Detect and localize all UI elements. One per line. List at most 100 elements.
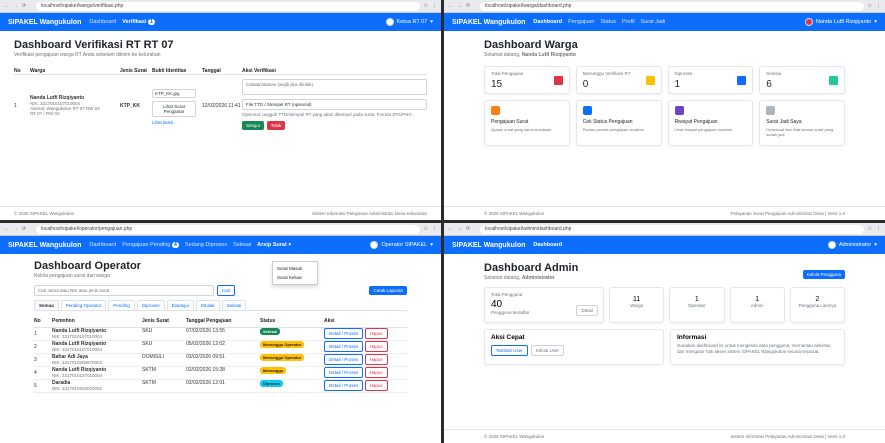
forward-icon[interactable]: → — [457, 226, 462, 232]
menu-surat-jadi[interactable]: Surat Jadi Saya Download dan lihat semua … — [759, 100, 845, 146]
nav-dashboard[interactable]: Dashboard — [533, 19, 562, 25]
reload-icon[interactable]: ⟳ — [22, 3, 26, 9]
nav-surat-jadi[interactable]: Surat Jadi — [641, 19, 666, 25]
user-menu[interactable]: Operator SIPAKEL ▾ — [370, 241, 433, 249]
address-bar[interactable]: localhost/sipakel/admin/dashboard.php — [480, 224, 864, 234]
browser-nav: ← → ⟳ — [448, 226, 476, 232]
bukti-file[interactable]: KTP_KK.jpg — [152, 89, 196, 98]
tambah-user-button[interactable]: Tambah User — [491, 345, 528, 356]
row-no: 3 — [34, 357, 37, 363]
stat-value: 15 — [491, 79, 503, 90]
back-icon[interactable]: ← — [4, 3, 9, 9]
menu-icon[interactable]: ⋮ — [876, 3, 881, 9]
menu-icon[interactable]: ⋮ — [876, 226, 881, 232]
kelola-pengguna-button[interactable]: Kelola Pengguna — [802, 270, 845, 279]
stat-value: 0 — [582, 79, 589, 90]
nav-arsip[interactable]: Arsip Surat ▾ — [257, 242, 291, 248]
user-menu[interactable]: Ketua RT 07 ▾ — [385, 18, 433, 26]
search-input[interactable]: Cari nama atau NIK atau jenis surat — [34, 285, 214, 296]
menu-icon[interactable]: ⋮ — [432, 226, 437, 232]
window-verifikasi-rt: ← → ⟳ localhost/sipakel/warga/verifikasi.p… — [0, 0, 441, 220]
tab-selesai[interactable]: Selesai — [221, 300, 247, 310]
nav-status[interactable]: Status — [600, 19, 616, 25]
tab-semua[interactable]: Semua — [34, 300, 59, 310]
stamp-file-input[interactable]: File TTD / Stempel RT (opsional) — [242, 99, 427, 110]
back-icon[interactable]: ← — [448, 226, 453, 232]
dropdown-surat-keluar[interactable]: Surat Keluar — [273, 273, 317, 282]
reload-icon[interactable]: ⟳ — [466, 3, 470, 9]
kelola-user-button[interactable]: Kelola User — [530, 345, 565, 356]
star-icon[interactable]: ☆ — [868, 226, 872, 232]
nav-dashboard[interactable]: Dashboard — [89, 19, 116, 25]
address-bar[interactable]: localhost/sipakel/warga/verifikasi.php — [36, 1, 420, 11]
star-icon[interactable]: ☆ — [424, 3, 428, 9]
export-button[interactable]: Cetak Laporan — [369, 286, 407, 295]
tab-pending[interactable]: Pending — [108, 300, 135, 310]
reload-icon[interactable]: ⟳ — [466, 226, 470, 232]
brand-logo[interactable]: SIPAKEL Wangukulon — [8, 242, 81, 249]
nav-dashboard[interactable]: Dashboard — [533, 242, 562, 248]
nav-profil[interactable]: Profil — [622, 19, 635, 25]
tab-disetujui[interactable]: Disetujui — [166, 300, 194, 310]
tab-diproses[interactable]: Diproses — [136, 300, 165, 310]
dropdown-surat-masuk[interactable]: Surat Masuk — [273, 264, 317, 273]
subtitle-name: Administrator — [521, 275, 555, 281]
user-menu[interactable]: Administrator ▾ — [827, 241, 877, 249]
detail-proses-button[interactable]: Detail / Proses — [324, 328, 364, 339]
nav-pending[interactable]: Pengajuan Pending 4 — [122, 242, 179, 248]
refresh-icon — [737, 76, 747, 85]
hapus-button[interactable]: Hapus — [364, 341, 388, 352]
detail-proses-button[interactable]: Detail / Proses — [324, 380, 364, 391]
detail-button[interactable]: Detail — [576, 305, 598, 316]
forward-icon[interactable]: → — [13, 3, 18, 9]
star-icon[interactable]: ☆ — [424, 226, 428, 232]
menu-status[interactable]: Cek Status Pengajuan Pantau proses pengaj… — [575, 100, 662, 146]
table-body: 1 Nanda Lutfi Rizqiyanto NIK: 331701010701… — [34, 328, 407, 393]
detail-proses-button[interactable]: Detail / Proses — [324, 354, 364, 365]
nav-dashboard[interactable]: Dashboard — [89, 242, 116, 248]
address-bar[interactable]: localhost/sipakel/operator/pengajuan.php — [36, 224, 420, 234]
catatan-textarea[interactable]: Catatan/alasan (wajib jika ditolak) — [242, 79, 427, 95]
bukti-preview[interactable]: Lihat Surat Pengantar — [152, 101, 196, 117]
nav-verifikasi-label: Verifikasi — [122, 19, 147, 25]
approve-button[interactable]: Setujui — [242, 120, 264, 130]
tab-pending-operator[interactable]: Pending Operator — [60, 300, 107, 310]
stat-value: 1 — [674, 79, 681, 90]
forward-icon[interactable]: → — [13, 226, 18, 232]
back-icon[interactable]: ← — [448, 3, 453, 9]
stats-row: Total Pengajuan 15 Menunggu Verifikasi RT… — [484, 66, 845, 94]
tab-ditolak[interactable]: Ditolak — [195, 300, 220, 310]
back-icon[interactable]: ← — [4, 226, 9, 232]
detail-proses-button[interactable]: Detail / Proses — [324, 341, 364, 352]
browser-extensions: ☆ ⋮ — [868, 3, 881, 9]
reload-icon[interactable]: ⟳ — [22, 226, 26, 232]
star-icon[interactable]: ☆ — [868, 3, 872, 9]
nav-diproses[interactable]: Sedang Diproses — [185, 242, 227, 248]
nav-selesai[interactable]: Selesai — [233, 242, 251, 248]
menu-title: Riwayat Pengajuan — [674, 119, 718, 125]
hapus-button[interactable]: Hapus — [364, 367, 388, 378]
menu-icon[interactable]: ⋮ — [432, 3, 437, 9]
menu-riwayat[interactable]: Riwayat Pengajuan Lihat riwayat pengajuan… — [667, 100, 754, 146]
page-subtitle: Kelola pengajuan surat dari warga — [34, 273, 110, 279]
menu-pengajuan[interactable]: Pengajuan Surat Ajukan surat yang kamu bu… — [484, 100, 570, 146]
page-title: Dashboard Warga — [484, 39, 578, 51]
hapus-button[interactable]: Hapus — [364, 354, 388, 365]
forward-icon[interactable]: → — [457, 3, 462, 9]
search-button[interactable]: Cari — [217, 285, 236, 296]
reject-button[interactable]: Tolak — [266, 120, 286, 130]
address-bar[interactable]: localhost/sipakel/warga/dashboard.php — [480, 1, 864, 11]
nav-pengajuan[interactable]: Pengajuan — [568, 19, 594, 25]
hapus-button[interactable]: Hapus — [364, 328, 388, 339]
brand-logo[interactable]: SIPAKEL Wangukulon — [8, 19, 81, 26]
browser-chrome: ← → ⟳ localhost/sipakel/operator/pengajuan… — [0, 223, 441, 236]
nav-verifikasi[interactable]: Verifikasi 1 — [122, 19, 156, 25]
hapus-button[interactable]: Hapus — [364, 380, 388, 391]
brand-logo[interactable]: SIPAKEL Wangukulon — [452, 19, 525, 26]
user-menu[interactable]: Nanda Lutfi Rizqiyanto ▾ — [804, 18, 877, 26]
lihat-bukti-link[interactable]: Lihat Bukti — [152, 120, 202, 125]
brand-logo[interactable]: SIPAKEL Wangukulon — [452, 242, 525, 249]
footer: © 2026 SIPAKEL Wangukulon Sistem Informa… — [444, 429, 885, 443]
nav-pending-label: Pengajuan Pending — [122, 242, 171, 248]
detail-proses-button[interactable]: Detail / Proses — [324, 367, 364, 378]
